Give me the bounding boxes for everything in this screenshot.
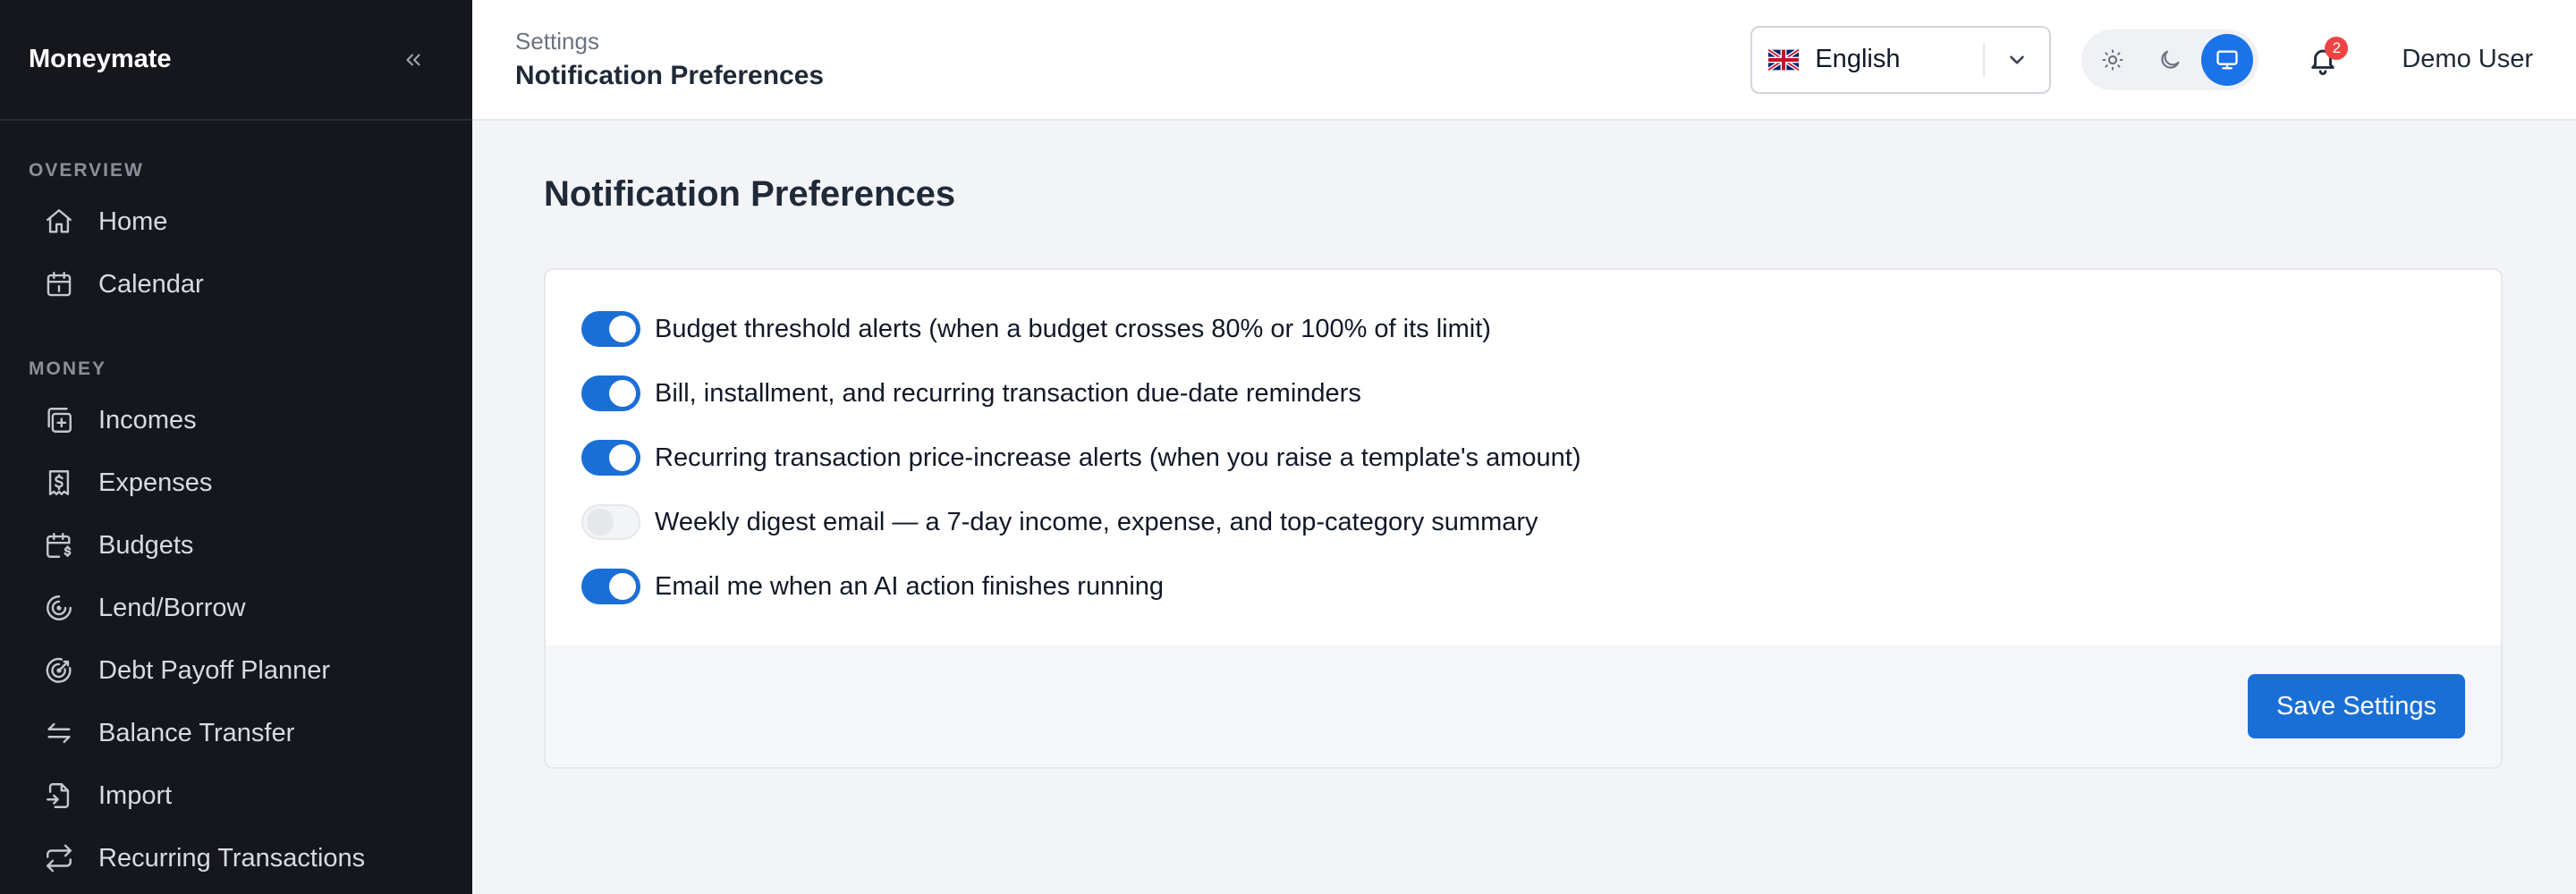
breadcrumb: Settings Notification Preferences	[515, 28, 1750, 91]
sidebar-item-label: Expenses	[98, 468, 213, 497]
sidebar-item-label: Budgets	[98, 530, 194, 560]
sidebar-item-debt-payoff-planner[interactable]: Debt Payoff Planner	[0, 639, 472, 702]
calendar-icon	[43, 268, 75, 300]
page-title: Notification Preferences	[544, 174, 956, 214]
notification-count-badge: 2	[2325, 36, 2349, 60]
moon-icon[interactable]	[2144, 34, 2196, 86]
main-area: Settings Notification Preferences Englis…	[472, 0, 2576, 894]
preferences-list: Budget threshold alerts (when a budget c…	[546, 270, 2501, 645]
card-footer: Save Settings	[546, 645, 2501, 767]
sidebar-item-label: Lend/Borrow	[98, 593, 246, 622]
preference-label: Budget threshold alerts (when a budget c…	[655, 314, 1491, 343]
preference-label: Bill, installment, and recurring transac…	[655, 378, 1361, 408]
expenses-icon	[43, 467, 75, 499]
ai-action-email-toggle[interactable]	[581, 569, 640, 604]
sidebar-item-budgets[interactable]: Budgets	[0, 514, 472, 577]
sidebar: Moneymate OVERVIEW Home Calendar MONEY I…	[0, 0, 472, 894]
monitor-icon[interactable]	[2201, 33, 2254, 86]
sidebar-item-label: Home	[98, 207, 168, 236]
preference-row-weekly-digest: Weekly digest email — a 7-day income, ex…	[581, 490, 2465, 554]
sidebar-item-home[interactable]: Home	[0, 190, 472, 253]
user-menu[interactable]: Demo User	[2402, 45, 2533, 74]
breadcrumb-current: Notification Preferences	[515, 61, 825, 90]
preference-row-budget-threshold: Budget threshold alerts (when a budget c…	[581, 297, 2465, 361]
sidebar-item-incomes[interactable]: Incomes	[0, 389, 472, 451]
uk-flag-icon	[1768, 48, 1800, 71]
preference-label: Recurring transaction price-increase ale…	[655, 443, 1581, 472]
sidebar-item-label: Calendar	[98, 269, 204, 299]
topbar: Settings Notification Preferences Englis…	[472, 0, 2576, 121]
sidebar-item-lend-borrow[interactable]: Lend/Borrow	[0, 577, 472, 639]
chevron-down-icon[interactable]	[1985, 48, 2049, 72]
sidebar-item-label: Recurring Transactions	[98, 843, 366, 873]
preference-label: Weekly digest email — a 7-day income, ex…	[655, 507, 1538, 536]
sidebar-item-label: Import	[98, 780, 173, 810]
sidebar-item-recurring-transactions[interactable]: Recurring Transactions	[0, 827, 472, 890]
brand-name: Moneymate	[29, 45, 172, 73]
preference-row-due-date-reminders: Bill, installment, and recurring transac…	[581, 361, 2465, 426]
budget-threshold-toggle[interactable]	[581, 311, 640, 347]
sidebar-item-balance-transfer[interactable]: Balance Transfer	[0, 702, 472, 764]
target-icon	[43, 654, 75, 687]
sidebar-item-import[interactable]: Import	[0, 764, 472, 827]
sidebar-item-label: Balance Transfer	[98, 718, 295, 747]
sidebar-item-calendar[interactable]: Calendar	[0, 253, 472, 316]
content: Notification Preferences Budget threshol…	[472, 121, 2576, 822]
due-date-reminders-toggle[interactable]	[581, 375, 640, 411]
section-label-money: MONEY	[29, 358, 107, 379]
budgets-icon	[43, 529, 75, 561]
save-settings-button[interactable]: Save Settings	[2248, 674, 2465, 738]
import-icon	[43, 780, 75, 812]
transfer-icon	[43, 717, 75, 749]
price-increase-alerts-toggle[interactable]	[581, 440, 640, 476]
recurring-icon	[43, 842, 75, 874]
incomes-icon	[43, 404, 75, 436]
home-icon	[43, 206, 75, 238]
collapse-sidebar-icon[interactable]	[399, 46, 428, 74]
sidebar-item-label: Debt Payoff Planner	[98, 655, 331, 685]
sidebar-item-label: Incomes	[98, 405, 197, 434]
weekly-digest-toggle[interactable]	[581, 504, 640, 540]
preference-row-ai-action: Email me when an AI action finishes runn…	[581, 554, 2465, 619]
sidebar-header: Moneymate	[0, 0, 472, 121]
preference-row-price-increase: Recurring transaction price-increase ale…	[581, 426, 2465, 490]
sun-icon[interactable]	[2087, 34, 2139, 86]
language-select[interactable]: English	[1750, 25, 2052, 94]
sidebar-item-expenses[interactable]: Expenses	[0, 451, 472, 514]
preference-label: Email me when an AI action finishes runn…	[655, 571, 1165, 601]
preferences-card: Budget threshold alerts (when a budget c…	[544, 268, 2503, 769]
language-value: English	[1815, 45, 1901, 73]
section-label-overview: OVERVIEW	[29, 160, 144, 181]
breadcrumb-parent[interactable]: Settings	[515, 28, 1750, 55]
theme-switcher	[2081, 29, 2259, 90]
lend-borrow-icon	[43, 592, 75, 624]
notifications-button[interactable]: 2	[2298, 35, 2349, 85]
